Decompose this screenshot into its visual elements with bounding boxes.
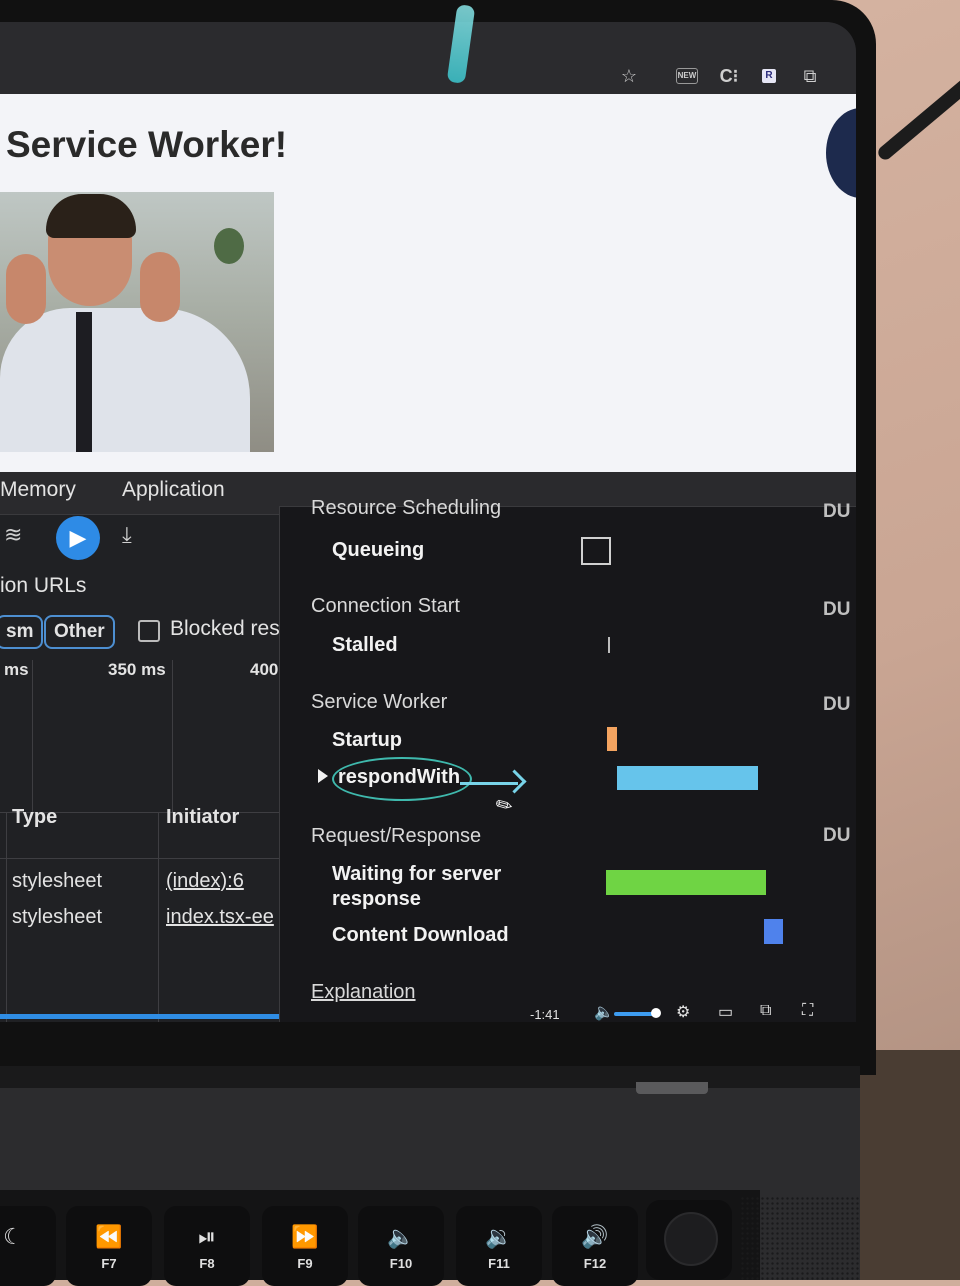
- laptop-hinge: [0, 1066, 860, 1088]
- stalled-bar: [608, 637, 610, 653]
- section-resource-scheduling: Resource Scheduling: [311, 497, 502, 519]
- duration-header: DU: [823, 599, 851, 620]
- key-f12[interactable]: 🔊 F12: [552, 1206, 638, 1286]
- network-conditions-icon[interactable]: ≋: [4, 522, 22, 548]
- c-extension-icon[interactable]: C⁝: [716, 66, 742, 86]
- key-f11[interactable]: 🔉 F11: [456, 1206, 542, 1286]
- play-icon[interactable]: ▶: [56, 516, 100, 560]
- table-cell-initiator[interactable]: (index):6: [166, 870, 278, 893]
- volume-up-icon: 🔊: [581, 1224, 609, 1249]
- column-divider: [158, 812, 159, 1022]
- key-f9[interactable]: ⏩ F9: [262, 1206, 348, 1286]
- column-header-type[interactable]: Type: [12, 806, 57, 829]
- rewind-icon: ⏪: [95, 1224, 123, 1249]
- filter-chip-other[interactable]: Other: [44, 615, 115, 649]
- download-icon[interactable]: ⤓: [122, 522, 132, 548]
- tick-label: ms: [4, 660, 29, 679]
- volume-knob[interactable]: [651, 1008, 661, 1018]
- media-time: -1:41: [530, 1007, 560, 1022]
- tab-memory[interactable]: Memory: [0, 478, 76, 502]
- page-title: Service Worker!: [6, 124, 288, 165]
- filter-label: ion URLs: [0, 574, 87, 597]
- tick-label: 400: [250, 660, 279, 679]
- explanation-link[interactable]: Explanation: [311, 981, 416, 1004]
- blocked-checkbox[interactable]: [138, 620, 160, 642]
- star-icon[interactable]: ☆: [616, 66, 642, 86]
- mute-icon: 🔈: [387, 1224, 415, 1249]
- section-connection-start: Connection Start: [311, 595, 460, 617]
- web-page: Service Worker!: [0, 94, 856, 472]
- laptop-bezel: ☆ NEW C⁝ R ⧉ Service Worker! Memory Appl…: [0, 0, 876, 1075]
- section-service-worker: Service Worker: [311, 691, 448, 713]
- timing-stalled: Stalled: [332, 634, 398, 656]
- captions-icon[interactable]: ▭: [718, 1002, 733, 1022]
- table-cell-type: stylesheet: [12, 870, 103, 892]
- table-cell-type: stylesheet: [12, 906, 103, 928]
- table-surface: [860, 1050, 960, 1280]
- timing-queueing: Queueing: [332, 539, 425, 561]
- play-pause-icon: ⏯: [198, 1224, 216, 1249]
- avatar[interactable]: [826, 108, 856, 198]
- volume-slider[interactable]: [614, 1012, 656, 1016]
- key-moon[interactable]: ☾: [0, 1206, 56, 1286]
- key-label: F10: [389, 1256, 413, 1271]
- duration-header: DU: [823, 501, 851, 522]
- duration-header: DU: [823, 825, 851, 846]
- new-badge-icon[interactable]: NEW: [676, 68, 698, 84]
- volume-icon[interactable]: 🔈: [594, 1002, 614, 1022]
- timing-startup: Startup: [332, 729, 402, 751]
- timing-panel: Resource Scheduling DU Queueing Connecti…: [279, 497, 856, 1022]
- cursor-icon: ✎: [491, 792, 518, 820]
- table-divider: [0, 858, 280, 859]
- gif-image: [0, 192, 274, 452]
- settings-gear-icon[interactable]: ⚙: [676, 1002, 690, 1022]
- moon-icon: ☾: [3, 1224, 23, 1249]
- touch-id-key[interactable]: [646, 1200, 732, 1280]
- browser-toolbar: ☆ NEW C⁝ R ⧉: [0, 22, 856, 94]
- content-download-bar: [764, 919, 783, 944]
- tab-application[interactable]: Application: [122, 478, 225, 502]
- filter-chip-wasm[interactable]: sm: [0, 615, 44, 649]
- key-label: F8: [199, 1256, 215, 1271]
- screen: ☆ NEW C⁝ R ⧉ Service Worker! Memory Appl…: [0, 22, 856, 1022]
- key-f7[interactable]: ⏪ F7: [66, 1206, 152, 1286]
- grid-line: [172, 660, 173, 812]
- r-extension-icon[interactable]: R: [762, 69, 776, 83]
- expand-triangle-icon[interactable]: [318, 769, 328, 783]
- respond-with-bar: [617, 766, 758, 790]
- startup-bar: [607, 727, 617, 751]
- waiting-bar: [606, 870, 766, 895]
- timing-waiting: Waiting for server response: [332, 863, 502, 910]
- key-f10[interactable]: 🔈 F10: [358, 1206, 444, 1286]
- table-cell-initiator[interactable]: index.tsx-ee: [166, 906, 278, 929]
- fast-forward-icon: ⏩: [291, 1224, 319, 1249]
- key-label: F9: [297, 1256, 313, 1271]
- key-label: F11: [488, 1256, 510, 1271]
- volume-down-icon: 🔉: [485, 1224, 513, 1249]
- tick-label: 350 ms: [108, 660, 166, 679]
- lid-notch: [636, 1082, 708, 1094]
- timing-content-download: Content Download: [332, 924, 509, 946]
- queueing-bar: [581, 537, 611, 565]
- puzzle-icon[interactable]: ⧉: [797, 66, 823, 86]
- key-label: F7: [101, 1256, 117, 1271]
- blocked-label: Blocked res: [170, 617, 280, 640]
- annotation-arrowhead: [502, 769, 527, 794]
- picture-in-picture-icon[interactable]: ⧉: [760, 1002, 771, 1020]
- devtools-panel: Memory Application ≋ ▶ ⤓ ion URLs sm Oth…: [0, 472, 856, 1022]
- key-label: F12: [583, 1256, 607, 1271]
- annotation-circle: [332, 757, 472, 801]
- duration-header: DU: [823, 694, 851, 715]
- speaker-grille: [740, 1196, 860, 1280]
- grid-line: [32, 660, 33, 812]
- fullscreen-icon[interactable]: ⛶: [802, 1002, 813, 1020]
- column-header-initiator[interactable]: Initiator: [166, 806, 239, 829]
- key-f8[interactable]: ⏯ F8: [164, 1206, 250, 1286]
- section-request-response: Request/Response: [311, 825, 482, 847]
- column-divider: [6, 812, 7, 1022]
